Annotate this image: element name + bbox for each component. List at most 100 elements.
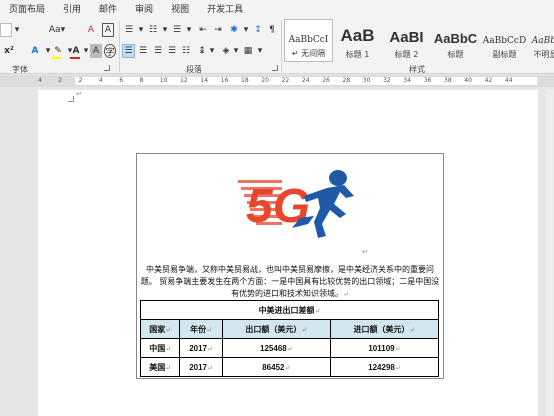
chevron-down-icon[interactable]: ▾	[44, 44, 52, 58]
font-color-bar	[70, 57, 80, 59]
chinese-layout-icon[interactable]: ✱	[228, 23, 240, 37]
tab-references[interactable]: 引用	[54, 2, 90, 15]
style-heading-1[interactable]: AaB 标题 1	[333, 19, 382, 62]
table-cell[interactable]: 86452↵	[221, 357, 331, 377]
para-mark: ↵	[286, 345, 293, 353]
style-name: 不明显强调	[533, 50, 554, 59]
font-size-box[interactable]	[0, 23, 12, 37]
sort-icon[interactable]: ↕	[252, 23, 264, 37]
align-right-icon[interactable]: ☰	[152, 44, 164, 58]
style-name: 标题	[447, 50, 464, 59]
ruler-number: 8	[139, 77, 144, 84]
justify-icon[interactable]: ☰	[166, 44, 178, 58]
distribute-icon[interactable]: ☷	[180, 44, 192, 58]
style-subtitle[interactable]: AaBbCcD 副标题	[480, 19, 529, 62]
chevron-down-icon[interactable]: ▾	[82, 44, 90, 58]
cell-text: 中国	[149, 342, 166, 353]
ruler-number: 2	[58, 77, 63, 84]
style-subtle-emphasis[interactable]: AaBbCcD 不明显强调	[529, 19, 554, 62]
char-shade-label: A	[92, 46, 100, 56]
numbering-icon[interactable]: ☷	[147, 23, 159, 37]
header-cell[interactable]: 进口额（美元）↵	[329, 319, 440, 339]
line-spacing-icon[interactable]: ↨	[196, 44, 208, 58]
table-cell[interactable]: 124298↵	[329, 357, 440, 377]
tab-mailings[interactable]: 邮件	[90, 2, 126, 15]
tab-page-layout[interactable]: 页面布局	[0, 2, 54, 15]
style-heading-2[interactable]: AaBI 标题 2	[382, 19, 431, 62]
increase-indent-icon[interactable]: ⇥	[212, 23, 224, 37]
strikethrough-button[interactable]: x²	[4, 44, 14, 58]
enclose-char-button[interactable]: 字	[104, 44, 116, 58]
ruler-number: 4	[38, 77, 42, 84]
chevron-down-icon[interactable]: ▾	[232, 44, 240, 58]
style-no-spacing[interactable]: AaBbCcI ↵ 无间隔	[284, 19, 333, 62]
tab-view[interactable]: 视图	[162, 2, 198, 15]
change-case-button[interactable]: Aa ▾	[47, 23, 67, 37]
chevron-down-icon[interactable]: ▾	[185, 23, 193, 37]
table-cell[interactable]: 125468↵	[221, 338, 331, 358]
highlight-icon[interactable]: ✎	[52, 44, 64, 58]
ruler-number: 16	[220, 77, 229, 84]
shading-icon[interactable]: ◈	[220, 44, 232, 58]
cell-text: 124298	[368, 363, 395, 372]
ruler-number: 42	[484, 77, 493, 84]
decrease-indent-icon[interactable]: ⇤	[197, 23, 209, 37]
chevron-down-icon[interactable]: ▾	[242, 23, 250, 37]
paragraph-text: 中美贸易争端，又称中美贸易战，也叫中美贸易摩擦，是中美经济关系中的重要问题。 贸…	[140, 265, 440, 298]
char-shade-button[interactable]: A	[90, 44, 102, 58]
chevron-down-icon[interactable]: ▾	[161, 23, 169, 37]
font-color-button[interactable]: A	[70, 44, 82, 58]
style-name: 标题 1	[345, 50, 370, 59]
header-import: 进口额（美元）	[353, 323, 410, 334]
chevron-down-icon[interactable]: ▾	[256, 44, 264, 58]
align-left-icon[interactable]: ☰	[122, 44, 135, 58]
ribbon: ▾ Aa ▾ A A x² A ▾ ✎ ▾ A ▾ A 字 字体 ☰ ▾ ☷ ▾ …	[0, 17, 554, 74]
horizontal-ruler[interactable]: 4 2 2 4 6 8 10 12 14 16 18 20 22 24 26 28 30 32 34 36 38 40 42…	[0, 75, 554, 87]
vertical-scrollbar[interactable]	[546, 90, 554, 416]
ruler-number: 12	[180, 77, 188, 84]
char-border-button[interactable]: A	[102, 23, 114, 37]
ruler-number: 18	[241, 77, 249, 84]
ruler-number: 22	[281, 77, 290, 84]
para-mark: ↵	[291, 49, 299, 58]
table-cell[interactable]: 2017↵	[179, 357, 223, 377]
text-effect-button[interactable]: A	[28, 44, 42, 58]
borders-icon[interactable]: ▦	[242, 44, 254, 58]
ruler-number: 6	[119, 77, 124, 84]
header-cell[interactable]: 年份↵	[179, 319, 223, 339]
font-dialog-launcher-icon[interactable]	[104, 65, 110, 71]
table-cell[interactable]: 101109↵	[329, 338, 440, 358]
multilevel-list-icon[interactable]: ☰	[171, 23, 183, 37]
char-border-label: A	[104, 25, 112, 35]
clear-format-button[interactable]: A	[84, 23, 98, 37]
para-mark: ↵	[207, 364, 213, 372]
text-effect-label: A	[31, 46, 39, 56]
5g-runner-logo: 5G	[238, 170, 354, 238]
paragraph-dialog-launcher-icon[interactable]	[272, 65, 278, 71]
tab-review[interactable]: 审阅	[126, 2, 162, 15]
table-cell[interactable]: 2017↵	[179, 338, 223, 358]
chevron-down-icon[interactable]: ▾	[208, 44, 216, 58]
table-title-cell[interactable]: 中美进出口差额↵	[140, 300, 439, 320]
table-row: 中国↵ 2017↵ 125468↵ 101109↵	[139, 338, 440, 358]
header-cell[interactable]: 国家↵	[139, 319, 181, 339]
tab-developer[interactable]: 开发工具	[198, 2, 252, 15]
style-name: 标题 2	[394, 50, 419, 59]
body-paragraph[interactable]: 中美贸易争端，又称中美贸易战，也叫中美贸易摩擦，是中美经济关系中的重要问题。 贸…	[140, 264, 440, 300]
ruler-number: 40	[464, 77, 472, 84]
align-center-icon[interactable]: ☰	[137, 44, 149, 58]
table-cell[interactable]: 美国↵	[139, 357, 181, 377]
style-title[interactable]: AaBbC 标题	[431, 19, 480, 62]
chevron-down-icon[interactable]: ▾	[137, 23, 145, 37]
bullets-icon[interactable]: ☰	[123, 23, 135, 37]
ruler-number: 4	[98, 77, 103, 84]
cell-text: 125468	[260, 344, 287, 353]
table-cell[interactable]: 中国↵	[139, 338, 181, 358]
trade-balance-table[interactable]: 中美进出口差额↵ 国家↵ 年份↵ 出口额（美元）↵ 进口额（美元）↵ 中国↵ 2…	[139, 300, 440, 377]
ruler-number: 36	[423, 77, 432, 84]
chevron-down-icon[interactable]: ▾	[13, 23, 21, 37]
ruler-number: 2	[78, 77, 83, 84]
para-mark: ↵	[409, 325, 416, 334]
header-cell[interactable]: 出口额（美元）↵	[221, 319, 331, 339]
show-marks-icon[interactable]: ¶	[266, 23, 278, 37]
